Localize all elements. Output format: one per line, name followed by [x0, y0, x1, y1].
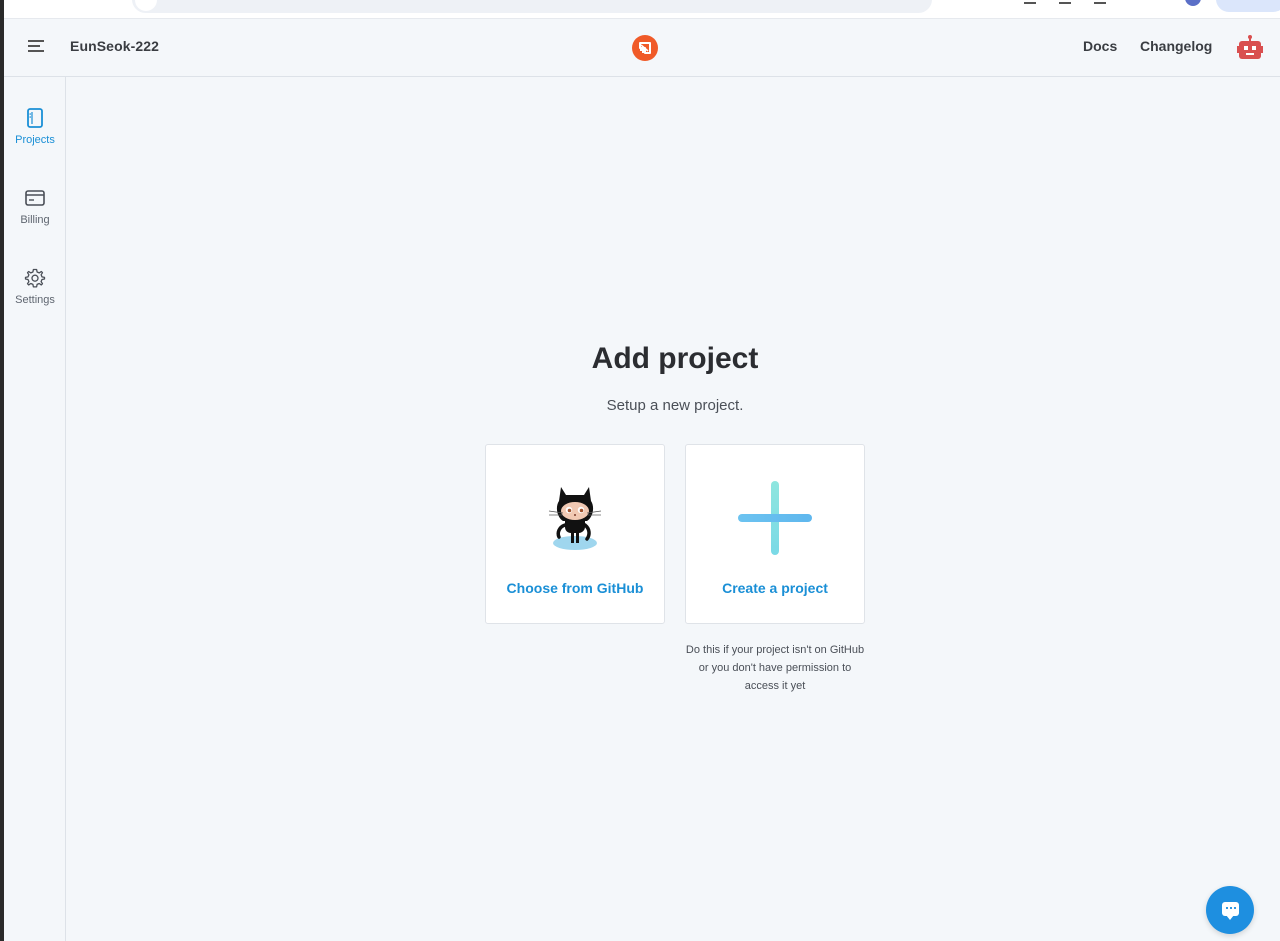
plus-icon [738, 481, 812, 555]
choose-from-github-label: Choose from GitHub [506, 580, 644, 596]
gear-icon [24, 268, 46, 288]
browser-profile-icon[interactable] [1185, 0, 1201, 6]
create-project-hint: Do this if your project isn't on GitHub … [685, 644, 865, 692]
user-avatar[interactable] [1237, 35, 1263, 61]
sidebar-item-label: Billing [20, 214, 50, 226]
brand-logo-icon[interactable] [632, 35, 658, 61]
sidebar-item-label: Settings [15, 294, 55, 306]
page-subtitle: Setup a new project. [606, 397, 744, 414]
organization-name[interactable]: EunSeok-222 [70, 38, 159, 54]
top-navigation-bar: EunSeok-222 Docs Changelog [4, 19, 1280, 77]
hamburger-menu-icon[interactable] [28, 40, 44, 54]
toolbar-icon[interactable] [1059, 0, 1071, 4]
toolbar-icon[interactable] [1024, 0, 1036, 4]
chat-bubble-icon [1222, 902, 1239, 920]
book-icon [27, 108, 43, 128]
browser-profile-button[interactable] [1216, 0, 1280, 12]
sidebar-item-label: Projects [15, 134, 55, 146]
sidebar-item-settings[interactable]: Settings [4, 267, 66, 327]
chat-dots [1225, 907, 1236, 909]
address-bar[interactable] [132, 0, 932, 13]
browser-toolbar-strip [4, 0, 1280, 19]
chat-support-button[interactable] [1206, 886, 1254, 934]
docs-link[interactable]: Docs [1083, 38, 1117, 54]
toolbar-icon[interactable] [1094, 0, 1106, 4]
create-project-card[interactable]: Create a project [685, 444, 865, 624]
sidebar-item-billing[interactable]: Billing [4, 187, 66, 247]
credit-card-icon [25, 190, 45, 206]
create-project-label: Create a project [722, 580, 828, 596]
sidebar-item-projects[interactable]: Projects [4, 107, 66, 167]
github-octocat-icon [548, 487, 602, 550]
sidebar: Projects Billing Settings [4, 77, 66, 941]
choose-from-github-card[interactable]: Choose from GitHub [485, 444, 665, 624]
changelog-link[interactable]: Changelog [1140, 38, 1212, 54]
site-info-icon[interactable] [135, 0, 157, 11]
page-title: Add project [591, 342, 759, 375]
